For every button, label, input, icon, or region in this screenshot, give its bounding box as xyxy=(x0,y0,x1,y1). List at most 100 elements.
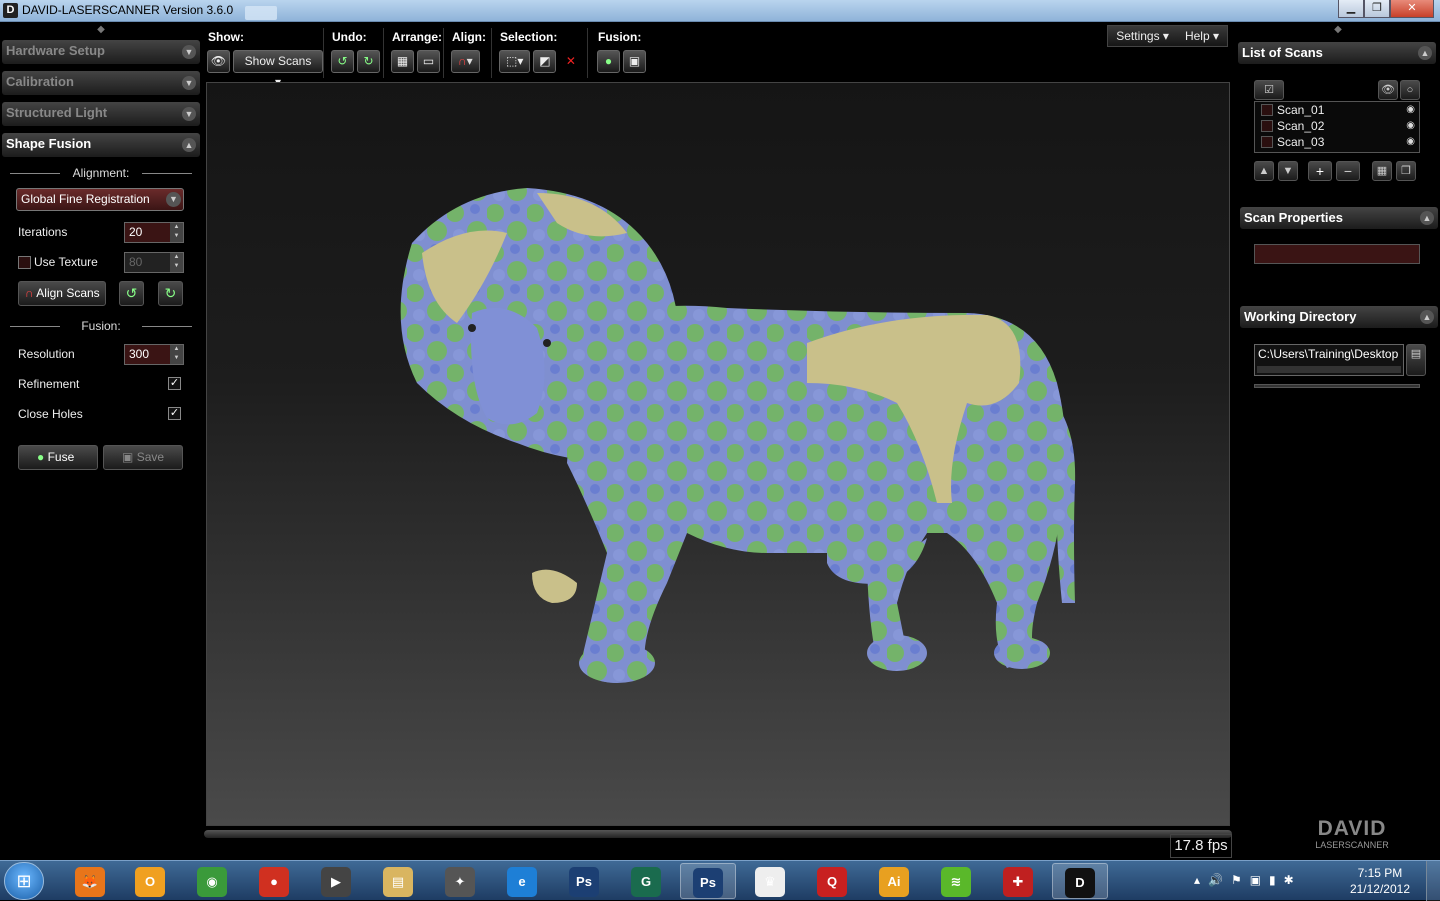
working-directory-field[interactable]: C:\Users\Training\Desktop xyxy=(1254,344,1404,376)
tray-icons[interactable]: ▴🔊⚑▣▮✱ xyxy=(1194,873,1302,887)
clock[interactable]: 7:15 PM 21/12/2012 xyxy=(1350,865,1410,897)
taskbar-app-search-app[interactable]: Q xyxy=(804,863,860,899)
collapse-left-panel-button[interactable]: ◆ xyxy=(0,22,202,38)
taskbar-app-photoshop-2[interactable]: Ps xyxy=(680,863,736,899)
eye-icon[interactable]: 👁 xyxy=(207,50,230,73)
arrange-grid-button[interactable]: ▦ xyxy=(391,50,414,73)
undo-align-button[interactable]: ↺ xyxy=(119,281,144,306)
browse-folder-button[interactable]: ▤ xyxy=(1406,344,1426,376)
taskbar-app-crown[interactable]: ♛ xyxy=(742,863,798,899)
selection-mode-button[interactable]: ⬚▾ xyxy=(499,50,531,73)
scan-tool-button-2[interactable]: ❐ xyxy=(1396,161,1416,181)
maximize-button[interactable]: ❐ xyxy=(1364,0,1390,18)
add-scan-button[interactable]: + xyxy=(1308,161,1332,181)
taskbar-app-app-g[interactable]: G xyxy=(618,863,674,899)
section-hardware-setup[interactable]: Hardware Setup ▼ xyxy=(2,40,200,64)
fuse-toolbar-button[interactable]: ● xyxy=(597,50,620,73)
minimize-button[interactable]: ▁ xyxy=(1338,0,1364,18)
section-working-directory[interactable]: Working Directory ▲ xyxy=(1240,306,1438,328)
taskbar-app-globe[interactable]: ◉ xyxy=(184,863,240,899)
show-desktop-button[interactable] xyxy=(1426,861,1440,901)
taskbar-app-outlook[interactable]: O xyxy=(122,863,178,899)
taskbar-app-tool[interactable]: ✦ xyxy=(432,863,488,899)
taskbar-app-media[interactable]: ▶ xyxy=(308,863,364,899)
scan-name: Scan_03 xyxy=(1277,135,1325,149)
alignment-mode-value: Global Fine Registration xyxy=(21,192,150,206)
select-all-checkbox[interactable]: ☑ xyxy=(1254,80,1284,100)
section-shape-fusion[interactable]: Shape Fusion ▲ xyxy=(2,133,200,157)
redo-align-button[interactable]: ↻ xyxy=(158,281,183,306)
eye-icon[interactable]: ◉ xyxy=(1406,134,1415,150)
clock-time: 7:15 PM xyxy=(1357,866,1403,880)
section-structured-light[interactable]: Structured Light ▼ xyxy=(2,102,200,126)
taskbar-app-ball[interactable]: ● xyxy=(246,863,302,899)
taskbar-app-photoshop[interactable]: Ps xyxy=(556,863,612,899)
taskbar-app-spotify[interactable]: ≋ xyxy=(928,863,984,899)
eye-icon[interactable]: ◉ xyxy=(1406,102,1415,118)
texture-spinbox[interactable]: 80 ▲ ▼ xyxy=(124,252,184,273)
resolution-spinbox[interactable]: 300 ▲ ▼ xyxy=(124,344,184,365)
refinement-checkbox[interactable]: ✓ xyxy=(168,377,181,390)
show-scans-dropdown[interactable]: Show Scans ▾ xyxy=(232,50,323,89)
select-rect-icon: ⬚ xyxy=(506,54,518,68)
settings-menu[interactable]: Settings ▾ xyxy=(1108,26,1177,46)
remove-scan-button[interactable]: − xyxy=(1336,161,1360,181)
align-scans-button[interactable]: ∩ Align Scans xyxy=(18,281,106,306)
delete-selection-button[interactable]: ✕ xyxy=(559,50,582,73)
fuse-button[interactable]: ● Fuse xyxy=(18,445,98,470)
use-texture-checkbox[interactable] xyxy=(18,256,31,269)
scan-list: Scan_01 ◉ Scan_02 ◉ Scan_03 ◉ xyxy=(1254,101,1420,153)
save-icon: ▣ xyxy=(122,450,134,464)
scan-properties-field[interactable] xyxy=(1254,244,1420,264)
directory-scrollbar[interactable] xyxy=(1257,366,1401,373)
taskbar-app-david[interactable]: D xyxy=(1052,863,1108,899)
close-holes-checkbox[interactable]: ✓ xyxy=(168,407,181,420)
taskbar-app-figure[interactable]: ✚ xyxy=(990,863,1046,899)
scan-checkbox[interactable] xyxy=(1261,104,1273,116)
collapse-right-panel-button[interactable]: ◆ xyxy=(1236,22,1440,38)
undo-button[interactable]: ↺ xyxy=(331,50,354,73)
arrange-group: Arrange: ▦ ▭ xyxy=(388,28,444,78)
scan-list-item[interactable]: Scan_03 ◉ xyxy=(1255,134,1419,150)
show-scans-value: Show Scans xyxy=(244,54,312,68)
close-button[interactable]: ✕ xyxy=(1390,0,1434,18)
eye-icon[interactable]: ◉ xyxy=(1406,118,1415,134)
chevron-down-icon: ▼ xyxy=(182,76,196,90)
invert-selection-button[interactable]: ◩ xyxy=(533,50,557,73)
scan-list-item[interactable]: Scan_01 ◉ xyxy=(1255,102,1419,118)
help-menu[interactable]: Help ▾ xyxy=(1177,26,1227,46)
3d-viewport[interactable] xyxy=(206,82,1230,826)
spin-arrows-icon[interactable]: ▲ ▼ xyxy=(170,253,183,272)
align-dropdown-button[interactable]: ∩▾ xyxy=(451,50,480,73)
alignment-mode-dropdown[interactable]: Global Fine Registration ▼ xyxy=(16,188,184,211)
section-title: Scan Properties xyxy=(1244,210,1343,225)
scan-tool-button-1[interactable]: ▦ xyxy=(1372,161,1392,181)
selection-group: Selection: ⬚▾ ◩ ✕ xyxy=(496,28,588,78)
spin-arrows-icon[interactable]: ▲ ▼ xyxy=(170,223,183,242)
iterations-value: 20 xyxy=(129,225,143,239)
fuse-buttons-row: ● Fuse ▣ Save xyxy=(0,429,202,470)
arrange-row-button[interactable]: ▭ xyxy=(417,50,440,73)
save-toolbar-button[interactable]: ▣ xyxy=(623,50,646,73)
taskbar-app-firefox[interactable]: 🦊 xyxy=(62,863,118,899)
david-logo: DAVID LASERSCANNER xyxy=(1312,818,1392,851)
taskbar-app-ie[interactable]: e xyxy=(494,863,550,899)
start-button[interactable]: ⊞ xyxy=(4,862,44,900)
iterations-spinbox[interactable]: 20 ▲ ▼ xyxy=(124,222,184,243)
visibility-toggle-button[interactable]: ○ xyxy=(1400,80,1420,100)
scan-list-item[interactable]: Scan_02 ◉ xyxy=(1255,118,1419,134)
scan-checkbox[interactable] xyxy=(1261,136,1273,148)
section-calibration[interactable]: Calibration ▼ xyxy=(2,71,200,95)
refinement-row: Refinement ✓ xyxy=(0,369,202,399)
move-down-button[interactable]: ▼ xyxy=(1278,161,1298,181)
redo-button[interactable]: ↻ xyxy=(357,50,380,73)
show-all-button[interactable]: 👁 xyxy=(1378,80,1398,100)
taskbar-app-illustrator[interactable]: Ai xyxy=(866,863,922,899)
move-up-button[interactable]: ▲ xyxy=(1254,161,1274,181)
section-scan-properties[interactable]: Scan Properties ▲ xyxy=(1240,207,1438,229)
spin-arrows-icon[interactable]: ▲ ▼ xyxy=(170,345,183,364)
save-button[interactable]: ▣ Save xyxy=(103,445,183,470)
taskbar-app-explorer[interactable]: ▤ xyxy=(370,863,426,899)
section-list-of-scans[interactable]: List of Scans ▲ xyxy=(1238,42,1436,64)
scan-checkbox[interactable] xyxy=(1261,120,1273,132)
